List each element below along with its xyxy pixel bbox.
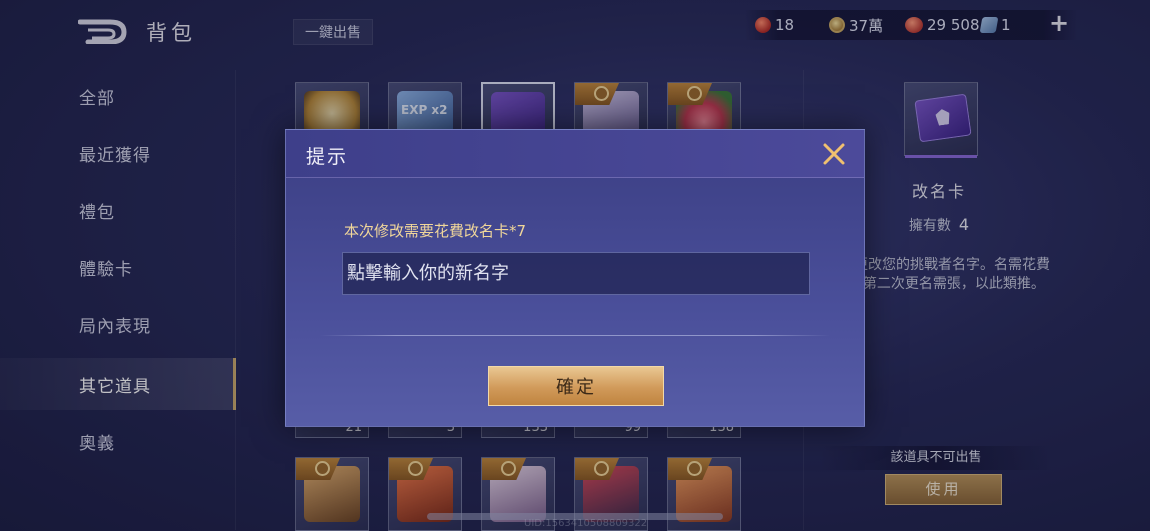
dialog-title: 提示 (306, 146, 349, 168)
confirm-button[interactable]: 確定 (488, 366, 664, 406)
close-icon[interactable] (821, 141, 847, 167)
dialog-header: 提示 (286, 130, 864, 178)
dialog-divider (320, 335, 830, 336)
rename-dialog: 提示 本次修改需要花費改名卡*7 確定 (285, 129, 865, 427)
new-name-input[interactable] (342, 252, 810, 295)
cost-prompt: 本次修改需要花費改名卡*7 (344, 222, 527, 240)
